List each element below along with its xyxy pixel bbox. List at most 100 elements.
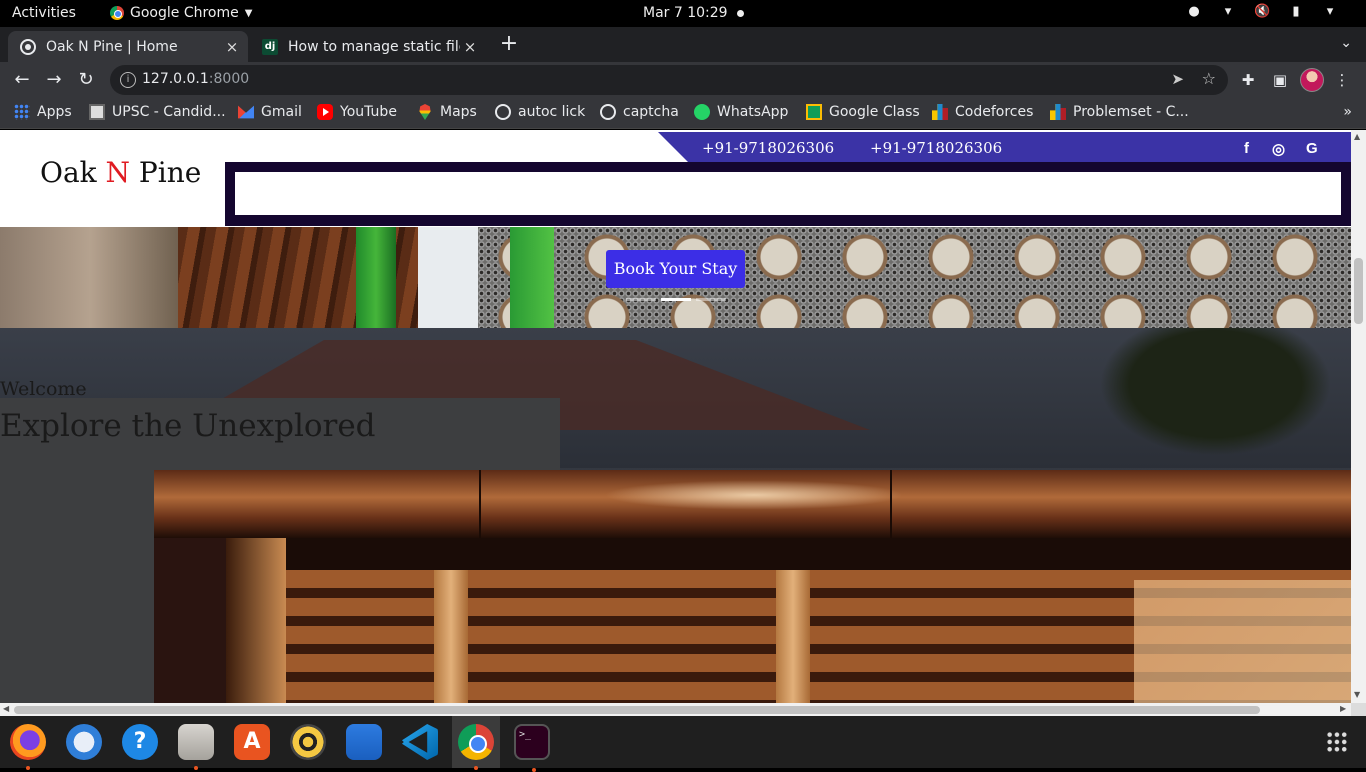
apps-grid-icon bbox=[14, 104, 30, 120]
hero-carousel: Book Your Stay bbox=[0, 227, 1351, 328]
battery-icon[interactable]: ▮ bbox=[1288, 4, 1304, 20]
thunderbird-icon[interactable] bbox=[66, 724, 102, 760]
gmail-icon bbox=[238, 105, 254, 119]
bookmark-label: Apps bbox=[37, 104, 72, 120]
close-tab-icon[interactable]: × bbox=[460, 38, 480, 56]
carousel-indicator[interactable] bbox=[626, 298, 656, 301]
carousel-indicator-active[interactable] bbox=[661, 298, 691, 301]
vertical-scrollbar[interactable]: ▲ ▼ bbox=[1351, 130, 1366, 703]
contact-strip: +91-9718026306 +91-9718026306 f ◎ G bbox=[658, 132, 1351, 162]
vscode-icon[interactable] bbox=[402, 724, 438, 760]
horizontal-scroll-thumb[interactable] bbox=[14, 706, 1260, 714]
vertical-scroll-thumb[interactable] bbox=[1354, 258, 1363, 324]
tab-strip: Oak N Pine | Home × dj How to manage sta… bbox=[0, 27, 1366, 62]
chrome-icon[interactable] bbox=[458, 724, 494, 770]
whatsapp-icon bbox=[694, 104, 710, 120]
reload-icon[interactable]: ↻ bbox=[74, 68, 98, 92]
back-arrow-icon[interactable]: ← bbox=[10, 68, 34, 92]
bookmark-codeforces[interactable]: Codeforces bbox=[932, 104, 1033, 120]
carousel-indicator[interactable] bbox=[696, 298, 726, 301]
address-bar[interactable]: i 127.0.0.1:8000 ➤ ☆ bbox=[110, 65, 1228, 95]
bookmark-star-icon[interactable]: ☆ bbox=[1202, 69, 1216, 88]
profile-avatar[interactable] bbox=[1300, 68, 1324, 92]
bench-leg bbox=[434, 570, 468, 703]
system-top-bar: Activities Google Chrome ▼ Mar 7 10:29 ●… bbox=[0, 0, 1366, 27]
terminal-icon[interactable]: >_ bbox=[514, 724, 550, 772]
chrome-tray-icon[interactable]: ● bbox=[1186, 4, 1202, 20]
forward-arrow-icon[interactable]: → bbox=[42, 68, 66, 92]
hero-image-wall bbox=[418, 227, 478, 328]
bookmark-problemset[interactable]: Problemset - C... bbox=[1050, 104, 1189, 120]
tab-static-files[interactable]: dj How to manage static file × bbox=[250, 31, 486, 62]
kebab-menu-icon[interactable]: ⋮ bbox=[1332, 70, 1352, 90]
help-icon[interactable]: ? bbox=[122, 724, 158, 760]
bookmark-google-class[interactable]: Google Class bbox=[806, 104, 920, 120]
bench-seam bbox=[890, 470, 892, 538]
site-logo[interactable]: Oak N Pine bbox=[40, 156, 201, 189]
scrollbar-corner bbox=[1351, 703, 1366, 716]
extensions-puzzle-icon[interactable]: ✚ bbox=[1238, 70, 1258, 90]
power-menu-icon[interactable]: ▾ bbox=[1322, 4, 1338, 20]
site-header: +91-9718026306 +91-9718026306 f ◎ G Oak … bbox=[0, 130, 1351, 227]
tab-oak-n-pine[interactable]: Oak N Pine | Home × bbox=[8, 31, 248, 62]
instagram-icon[interactable]: ◎ bbox=[1272, 140, 1285, 158]
files-icon[interactable] bbox=[178, 724, 214, 770]
url-port: :8000 bbox=[208, 71, 250, 87]
scroll-down-arrow-icon[interactable]: ▼ bbox=[1354, 690, 1360, 699]
side-panel-icon[interactable]: ▣ bbox=[1270, 70, 1290, 90]
bookmark-apps[interactable]: Apps bbox=[14, 104, 72, 120]
maps-icon bbox=[419, 104, 431, 120]
phone-number[interactable]: +91-9718026306 bbox=[870, 139, 1002, 157]
bookmark-whatsapp[interactable]: WhatsApp bbox=[694, 104, 788, 120]
facebook-icon[interactable]: f bbox=[1244, 140, 1249, 157]
new-tab-button[interactable]: + bbox=[498, 31, 520, 57]
close-tab-icon[interactable]: × bbox=[222, 38, 242, 56]
activities-button[interactable]: Activities bbox=[12, 5, 76, 21]
bookmark-label: Maps bbox=[440, 104, 477, 120]
horizontal-scrollbar[interactable]: ◀ ▶ bbox=[0, 703, 1351, 716]
tab-title: How to manage static file bbox=[288, 38, 460, 55]
youtube-icon bbox=[317, 104, 333, 120]
welcome-label: Welcome bbox=[0, 378, 87, 400]
bookmark-label: Problemset - C... bbox=[1073, 104, 1189, 120]
wifi-icon[interactable]: ▾ bbox=[1220, 4, 1236, 20]
scroll-right-arrow-icon[interactable]: ▶ bbox=[1340, 704, 1346, 713]
bench-side bbox=[226, 538, 286, 703]
book-your-stay-button[interactable]: Book Your Stay bbox=[606, 250, 745, 288]
app-menu[interactable]: Google Chrome ▼ bbox=[110, 5, 252, 21]
send-to-devices-icon[interactable]: ➤ bbox=[1171, 70, 1184, 88]
upsc-icon bbox=[89, 104, 105, 120]
clock[interactable]: Mar 7 10:29 bbox=[643, 5, 728, 21]
google-icon[interactable]: G bbox=[1306, 140, 1318, 157]
rhythmbox-icon[interactable] bbox=[290, 724, 326, 760]
bookmark-upsc[interactable]: UPSC - Candid... bbox=[89, 104, 226, 120]
tab-search-button[interactable]: ⌄ bbox=[1340, 35, 1352, 51]
bookmark-youtube[interactable]: YouTube bbox=[317, 104, 397, 120]
welcome-title: Explore the Unexplored bbox=[0, 408, 376, 444]
bench-leg bbox=[776, 570, 810, 703]
scroll-up-arrow-icon[interactable]: ▲ bbox=[1354, 132, 1360, 141]
bookmark-label: UPSC - Candid... bbox=[112, 104, 226, 120]
url-text[interactable]: 127.0.0.1:8000 bbox=[142, 71, 249, 87]
phone-number[interactable]: +91-9718026306 bbox=[702, 139, 834, 157]
bookmark-label: Google Class bbox=[829, 104, 920, 120]
software-store-icon[interactable]: A bbox=[234, 724, 270, 760]
show-applications-icon[interactable] bbox=[1326, 731, 1348, 753]
ubuntu-dock: ? A >_ bbox=[0, 716, 1366, 772]
firefox-icon[interactable] bbox=[10, 724, 46, 770]
hero-image-chair bbox=[356, 227, 396, 328]
url-host: 127.0.0.1 bbox=[142, 71, 209, 87]
globe-favicon-icon bbox=[20, 38, 36, 55]
site-info-icon[interactable]: i bbox=[120, 72, 136, 88]
scroll-left-arrow-icon[interactable]: ◀ bbox=[3, 704, 9, 713]
main-navbar bbox=[225, 162, 1351, 226]
bookmarks-overflow-button[interactable]: » bbox=[1343, 104, 1352, 120]
bookmark-captcha[interactable]: captcha bbox=[600, 104, 679, 120]
system-tray[interactable]: ● ▾ 🔇 ▮ ▾ bbox=[1186, 4, 1338, 20]
libreoffice-writer-icon[interactable] bbox=[346, 724, 382, 760]
bookmark-gmail[interactable]: Gmail bbox=[238, 104, 302, 120]
volume-muted-icon[interactable]: 🔇 bbox=[1254, 4, 1270, 20]
bookmark-maps[interactable]: Maps bbox=[417, 104, 477, 120]
chevron-down-icon: ▼ bbox=[244, 7, 253, 19]
bookmark-autoclick[interactable]: autoc lick bbox=[495, 104, 585, 120]
